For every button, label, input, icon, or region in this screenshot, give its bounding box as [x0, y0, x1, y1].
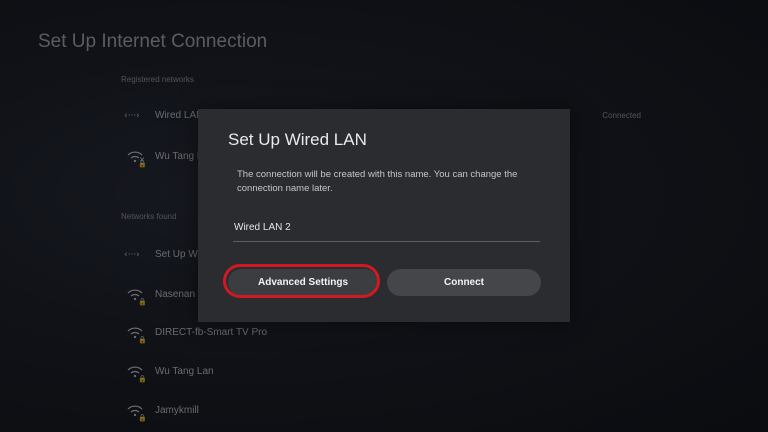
connect-button[interactable]: Connect	[387, 269, 541, 296]
connection-name-input[interactable]	[233, 213, 540, 241]
advanced-settings-button[interactable]: Advanced Settings	[228, 269, 378, 296]
connection-name-field[interactable]	[233, 213, 540, 242]
dialog-description: The connection will be created with this…	[237, 169, 518, 194]
setup-wired-lan-dialog: Set Up Wired LAN The connection will be …	[198, 109, 570, 322]
dialog-title: Set Up Wired LAN	[228, 130, 367, 149]
